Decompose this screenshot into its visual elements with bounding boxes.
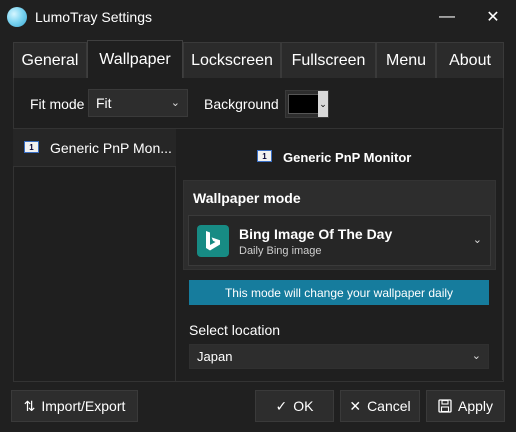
chevron-down-icon: ⌄ <box>471 350 481 362</box>
apply-button[interactable]: Apply <box>426 390 505 422</box>
wallpaper-mode-select[interactable]: Bing Image Of The Day Daily Bing image ⌄ <box>188 215 491 266</box>
fit-mode-label: Fit mode <box>30 96 85 112</box>
close-icon: ✕ <box>349 397 362 414</box>
import-export-icon: ⇅ <box>23 397 36 414</box>
import-export-button[interactable]: ⇅ Import/Export <box>11 390 138 422</box>
background-color-picker[interactable]: ⌄ <box>285 90 329 118</box>
app-logo-icon <box>7 7 27 27</box>
cancel-label: Cancel <box>367 398 411 414</box>
location-label: Select location <box>189 322 281 338</box>
check-icon: ✓ <box>275 397 288 414</box>
chevron-down-icon: ⌄ <box>170 97 180 109</box>
location-select[interactable]: Japan ⌄ <box>189 344 489 369</box>
background-color-swatch <box>288 94 322 114</box>
import-export-label: Import/Export <box>41 398 126 414</box>
window-title: LumoTray Settings <box>35 9 152 25</box>
apply-label: Apply <box>457 398 494 414</box>
wallpaper-mode-subtitle: Daily Bing image <box>239 245 322 257</box>
fit-mode-select[interactable]: Fit ⌄ <box>88 89 188 117</box>
fit-mode-value: Fit <box>96 95 112 111</box>
monitor-list: 1 Generic PnP Mon... <box>13 128 176 382</box>
background-label: Background <box>204 96 279 112</box>
wallpaper-mode-group: Wallpaper mode Bing Image Of The Day Dai… <box>183 180 496 270</box>
monitor-icon: 1 <box>24 141 39 153</box>
wallpaper-mode-title: Bing Image Of The Day <box>239 226 393 242</box>
title-bar: LumoTray Settings — ✕ <box>0 0 516 34</box>
monitor-icon: 1 <box>257 150 272 162</box>
cancel-button[interactable]: ✕ Cancel <box>340 390 420 422</box>
tab-about[interactable]: About <box>436 42 504 78</box>
tab-fullscreen[interactable]: Fullscreen <box>281 42 376 78</box>
save-icon <box>438 399 452 413</box>
ok-label: OK <box>293 398 314 414</box>
monitor-list-item[interactable]: 1 Generic PnP Mon... <box>13 129 176 167</box>
bing-icon <box>197 225 229 257</box>
minimize-icon[interactable]: — <box>424 0 470 34</box>
close-icon[interactable]: ✕ <box>470 0 516 34</box>
tab-lockscreen[interactable]: Lockscreen <box>183 42 281 78</box>
tab-menu[interactable]: Menu <box>376 42 436 78</box>
chevron-down-icon: ⌄ <box>472 234 482 246</box>
monitor-title: Generic PnP Monitor <box>283 150 412 165</box>
tab-general[interactable]: General <box>13 42 87 78</box>
wallpaper-mode-header: Wallpaper mode <box>193 190 301 206</box>
location-value: Japan <box>197 349 233 364</box>
chevron-down-icon: ⌄ <box>318 91 328 117</box>
tab-wallpaper[interactable]: Wallpaper <box>87 40 183 78</box>
ok-button[interactable]: ✓ OK <box>255 390 334 422</box>
info-banner: This mode will change your wallpaper dai… <box>189 280 489 305</box>
monitor-item-label: Generic PnP Mon... <box>50 140 172 156</box>
